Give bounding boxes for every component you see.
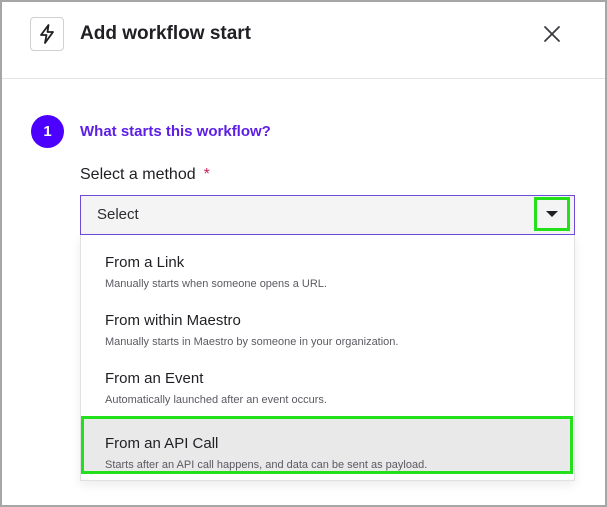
option-description: Manually starts when someone opens a URL…	[105, 278, 327, 290]
required-asterisk: *	[203, 166, 210, 183]
method-select[interactable]: Select	[80, 195, 575, 235]
method-options-menu: From a Link Manually starts when someone…	[80, 235, 575, 481]
bolt-icon	[30, 17, 64, 51]
option-description: Manually starts in Maestro by someone in…	[105, 336, 399, 348]
step-title: What starts this workflow?	[80, 123, 271, 140]
method-field-label: Select a method *	[80, 165, 210, 185]
option-from-within-maestro[interactable]: From within Maestro Manually starts in M…	[81, 293, 574, 351]
option-title: From an Event	[105, 370, 204, 387]
option-from-event[interactable]: From an Event Automatically launched aft…	[81, 351, 574, 409]
dialog-header: Add workflow start	[2, 2, 605, 79]
caret-down-icon	[546, 211, 558, 217]
dialog-title: Add workflow start	[80, 23, 252, 44]
dropdown-toggle-button[interactable]	[534, 197, 570, 231]
method-label-text: Select a method	[80, 166, 196, 183]
method-select-value: Select	[97, 206, 139, 223]
option-description: Automatically launched after an event oc…	[105, 394, 327, 406]
dialog: Add workflow start 1 What starts this wo…	[0, 0, 607, 507]
close-icon[interactable]	[540, 22, 564, 46]
step-number-badge: 1	[31, 115, 64, 148]
option-title: From a Link	[105, 254, 185, 271]
option-title: From an API Call	[105, 435, 219, 452]
option-from-link[interactable]: From a Link Manually starts when someone…	[81, 235, 574, 293]
option-from-api-call[interactable]: From an API Call Starts after an API cal…	[81, 416, 573, 474]
option-title: From within Maestro	[105, 312, 241, 329]
option-description: Starts after an API call happens, and da…	[105, 459, 428, 471]
